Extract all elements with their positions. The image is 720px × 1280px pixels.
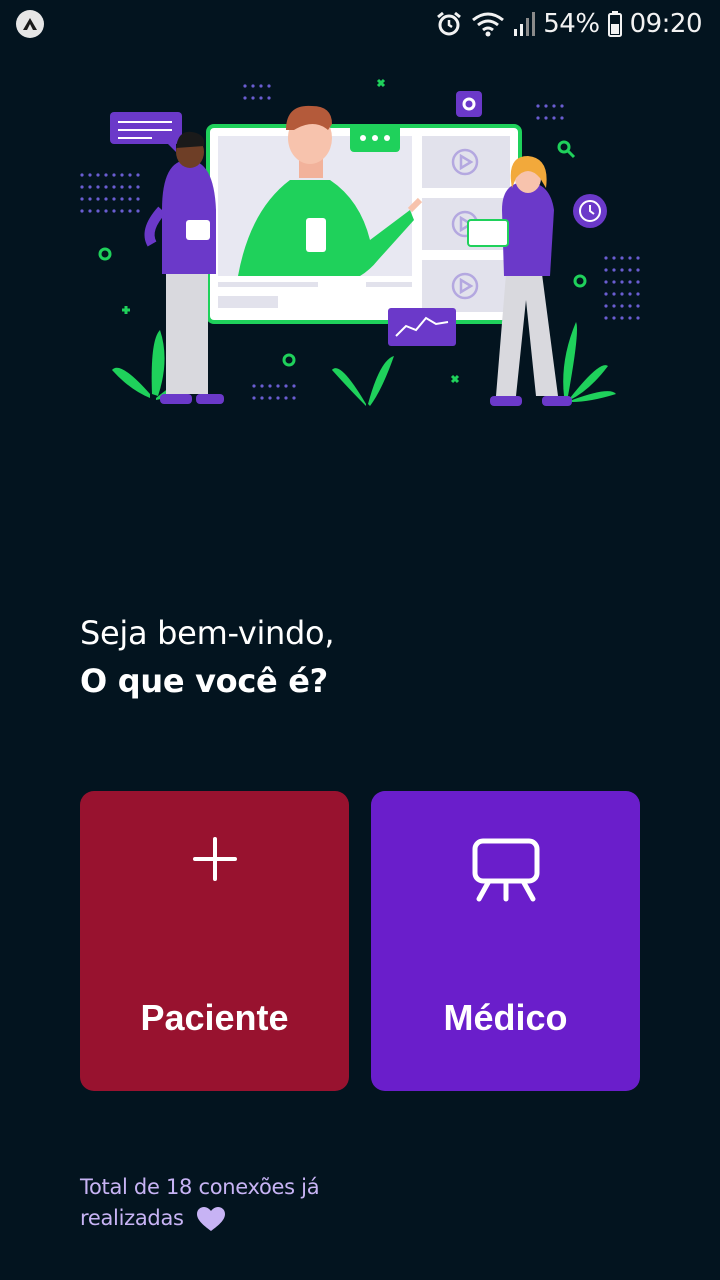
connections-counter: Total de 18 conexões já realizadas xyxy=(80,1172,400,1234)
video-call-illustration xyxy=(80,78,640,406)
battery-percent: 54% xyxy=(543,9,600,39)
patient-button[interactable]: Paciente xyxy=(80,791,349,1091)
battery-icon xyxy=(607,11,622,37)
doctor-label: Médico xyxy=(443,997,568,1038)
wifi-icon xyxy=(472,12,505,37)
clock: 09:20 xyxy=(629,9,703,39)
connections-text-end: realizadas xyxy=(80,1206,184,1230)
expo-icon xyxy=(16,10,44,38)
patient-label: Paciente xyxy=(140,997,289,1038)
alarm-icon xyxy=(437,11,462,36)
status-bar: 54% 09:20 xyxy=(0,0,720,48)
plus-icon xyxy=(192,837,237,881)
greeting-text: Seja bem-vindo, xyxy=(80,614,335,652)
presentation-screen-icon xyxy=(472,838,539,902)
heart-icon xyxy=(197,1207,226,1231)
question-title: O que você é? xyxy=(80,662,328,700)
role-options: Paciente Médico xyxy=(80,791,640,1091)
signal-icon xyxy=(514,12,536,36)
doctor-button[interactable]: Médico xyxy=(371,791,640,1091)
connections-text: Total de 18 conexões já xyxy=(80,1175,320,1199)
greeting: Seja bem-vindo, O que você é? xyxy=(80,610,640,706)
